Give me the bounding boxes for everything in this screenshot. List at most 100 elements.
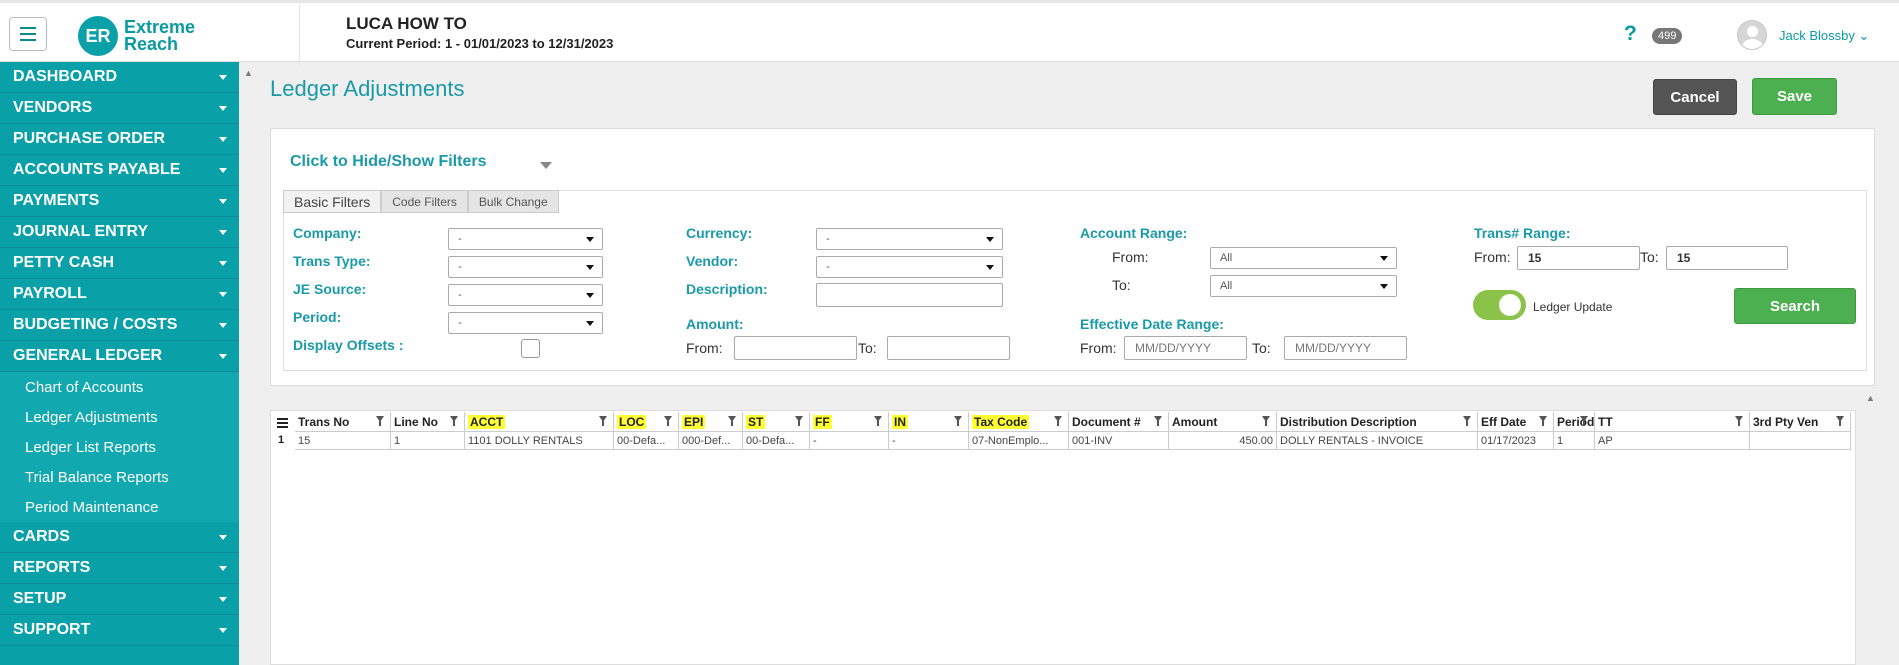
sidebar-item-budgeting-costs[interactable]: BUDGETING / COSTS: [0, 310, 239, 341]
trans-to-input[interactable]: [1666, 246, 1788, 270]
table-cell[interactable]: 1: [1554, 432, 1595, 450]
filter-funnel-icon[interactable]: [1463, 416, 1471, 426]
column-header-loc[interactable]: LOC: [614, 412, 679, 432]
description-input[interactable]: [816, 283, 1003, 307]
amount-to-input[interactable]: [887, 336, 1010, 360]
chevron-down-icon[interactable]: [540, 162, 552, 169]
tab-basic-filters[interactable]: Basic Filters: [283, 190, 382, 213]
save-button[interactable]: Save: [1752, 78, 1837, 115]
logo[interactable]: ER Extreme Reach: [78, 16, 195, 56]
eff-date-to-input[interactable]: [1284, 336, 1407, 360]
sidebar-item-setup[interactable]: SETUP: [0, 584, 239, 615]
filter-funnel-icon[interactable]: [1836, 416, 1844, 426]
column-header-period[interactable]: Period: [1554, 412, 1595, 432]
table-cell[interactable]: DOLLY RENTALS - INVOICE: [1277, 432, 1478, 450]
help-icon[interactable]: ?: [1624, 22, 1637, 46]
filter-funnel-icon[interactable]: [1154, 416, 1162, 426]
sidebar-item-petty-cash[interactable]: PETTY CASH: [0, 248, 239, 279]
filter-funnel-icon[interactable]: [728, 416, 736, 426]
sidebar-item-payments[interactable]: PAYMENTS: [0, 186, 239, 217]
sidebar-item-accounts-payable[interactable]: ACCOUNTS PAYABLE: [0, 155, 239, 186]
trans-type-select[interactable]: -: [448, 256, 603, 278]
column-header-distribution-description[interactable]: Distribution Description: [1277, 412, 1478, 432]
filter-funnel-icon[interactable]: [450, 416, 458, 426]
currency-select[interactable]: -: [816, 228, 1003, 250]
sidebar-subitem-period-maintenance[interactable]: Period Maintenance: [0, 492, 239, 522]
search-button[interactable]: Search: [1734, 288, 1856, 324]
column-header-acct[interactable]: ACCT: [465, 412, 614, 432]
company-select[interactable]: -: [448, 228, 603, 250]
column-header-eff-date[interactable]: Eff Date: [1478, 412, 1554, 432]
table-cell[interactable]: AP: [1595, 432, 1750, 450]
filter-toggle-link[interactable]: Click to Hide/Show Filters: [290, 153, 486, 171]
sidebar-item-payroll[interactable]: PAYROLL: [0, 279, 239, 310]
filter-funnel-icon[interactable]: [1580, 416, 1588, 426]
filter-funnel-icon[interactable]: [376, 416, 384, 426]
sidebar-subitem-ledger-adjustments[interactable]: Ledger Adjustments: [0, 402, 239, 432]
filter-funnel-icon[interactable]: [954, 416, 962, 426]
ledger-update-toggle[interactable]: [1473, 290, 1526, 320]
filter-funnel-icon[interactable]: [1735, 416, 1743, 426]
notification-badge[interactable]: 499: [1652, 28, 1683, 44]
filter-funnel-icon[interactable]: [795, 416, 803, 426]
table-cell[interactable]: 00-Defa...: [743, 432, 810, 450]
sidebar-subitem-ledger-list-reports[interactable]: Ledger List Reports: [0, 432, 239, 462]
column-header-trans-no[interactable]: Trans No: [295, 412, 391, 432]
column-header-3rd-pty-ven[interactable]: 3rd Pty Ven: [1750, 412, 1851, 432]
table-cell[interactable]: 07-NonEmplo...: [969, 432, 1069, 450]
column-header-ff[interactable]: FF: [810, 412, 889, 432]
filter-funnel-icon[interactable]: [1054, 416, 1062, 426]
table-cell[interactable]: [1750, 432, 1851, 450]
tab-bulk-change[interactable]: Bulk Change: [467, 190, 559, 213]
sidebar-subitem-trial-balance-reports[interactable]: Trial Balance Reports: [0, 462, 239, 492]
table-cell[interactable]: 01/17/2023: [1478, 432, 1554, 450]
sidebar-item-vendors[interactable]: VENDORS: [0, 93, 239, 124]
table-cell[interactable]: 1101 DOLLY RENTALS: [465, 432, 614, 450]
sidebar-item-purchase-order[interactable]: PURCHASE ORDER: [0, 124, 239, 155]
vendor-select[interactable]: -: [816, 256, 1003, 278]
grid-scroll-up-icon[interactable]: ▲: [1866, 393, 1875, 403]
sidebar-subitem-chart-of-accounts[interactable]: Chart of Accounts: [0, 372, 239, 402]
column-header-document[interactable]: Document #: [1069, 412, 1169, 432]
table-cell[interactable]: -: [889, 432, 969, 450]
user-menu[interactable]: Jack Blossby ⌄: [1779, 28, 1869, 44]
period-select[interactable]: -: [448, 312, 603, 334]
hamburger-menu-button[interactable]: [9, 17, 47, 51]
avatar[interactable]: [1737, 20, 1767, 50]
sidebar-item-reports[interactable]: REPORTS: [0, 553, 239, 584]
table-cell[interactable]: 15: [295, 432, 391, 450]
filter-funnel-icon[interactable]: [874, 416, 882, 426]
trans-from-input[interactable]: [1517, 246, 1640, 270]
sidebar-item-journal-entry[interactable]: JOURNAL ENTRY: [0, 217, 239, 248]
filter-funnel-icon[interactable]: [599, 416, 607, 426]
sidebar-item-general-ledger[interactable]: GENERAL LEDGER: [0, 341, 239, 372]
sidebar-item-dashboard[interactable]: DASHBOARD: [0, 62, 239, 93]
column-header-st[interactable]: ST: [743, 412, 810, 432]
table-cell[interactable]: 1: [391, 432, 465, 450]
filter-funnel-icon[interactable]: [1262, 416, 1270, 426]
filter-funnel-icon[interactable]: [664, 416, 672, 426]
eff-date-from-input[interactable]: [1124, 336, 1247, 360]
column-header-epi[interactable]: EPI: [679, 412, 743, 432]
table-cell[interactable]: 000-Def...: [679, 432, 743, 450]
account-from-select[interactable]: All: [1210, 247, 1397, 269]
table-cell[interactable]: 001-INV: [1069, 432, 1169, 450]
column-header-in[interactable]: IN: [889, 412, 969, 432]
table-cell[interactable]: 450.00: [1169, 432, 1277, 450]
sidebar-item-cards[interactable]: CARDS: [0, 522, 239, 553]
sidebar-item-support[interactable]: SUPPORT: [0, 615, 239, 646]
display-offsets-checkbox[interactable]: [521, 339, 540, 358]
cancel-button[interactable]: Cancel: [1653, 79, 1737, 115]
grid-menu-icon[interactable]: [277, 418, 288, 428]
filter-funnel-icon[interactable]: [1539, 416, 1547, 426]
amount-from-input[interactable]: [734, 336, 857, 360]
scroll-up-icon[interactable]: ▲: [244, 68, 253, 78]
column-header-tax-code[interactable]: Tax Code: [969, 412, 1069, 432]
tab-code-filters[interactable]: Code Filters: [381, 190, 468, 213]
table-cell[interactable]: 00-Defa...: [614, 432, 679, 450]
je-source-select[interactable]: -: [448, 284, 603, 306]
column-header-tt[interactable]: TT: [1595, 412, 1750, 432]
column-header-amount[interactable]: Amount: [1169, 412, 1277, 432]
account-to-select[interactable]: All: [1210, 275, 1397, 297]
column-header-line-no[interactable]: Line No: [391, 412, 465, 432]
